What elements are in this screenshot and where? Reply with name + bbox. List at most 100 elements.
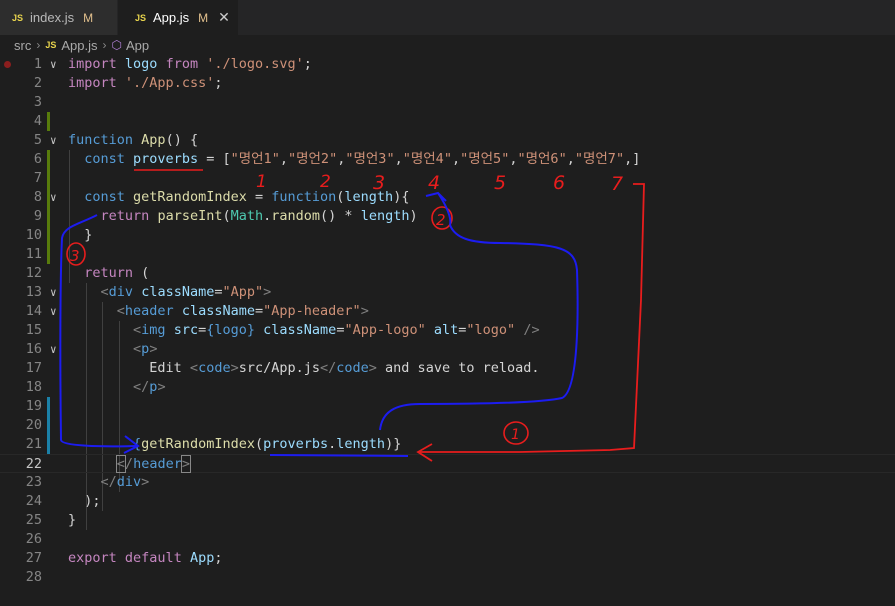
code-token: ( bbox=[133, 265, 150, 281]
code-token: Math bbox=[230, 208, 264, 224]
fold-chevron-icon[interactable]: ∨ bbox=[50, 302, 57, 321]
code-token: return bbox=[84, 265, 134, 281]
code-token: () { bbox=[165, 132, 199, 148]
line-number: 16 bbox=[25, 341, 42, 357]
code-token: "명언2" bbox=[287, 151, 338, 167]
modified-badge: M bbox=[198, 10, 209, 25]
code-line: 8 ∨ const getRandomIndex = function(leng… bbox=[0, 188, 895, 207]
code-token: ); bbox=[84, 493, 101, 509]
code-token: App bbox=[189, 550, 215, 566]
fold-chevron-icon[interactable]: ∨ bbox=[50, 55, 57, 74]
code-token: random bbox=[271, 208, 321, 224]
code-token: getRandomIndex bbox=[141, 436, 255, 452]
code-token: "명언5" bbox=[460, 151, 510, 167]
js-file-icon: JS bbox=[45, 40, 57, 50]
code-token: img bbox=[141, 322, 166, 338]
code-token: src bbox=[173, 322, 199, 338]
code-token: ; bbox=[214, 550, 223, 566]
code-token: {logo} bbox=[206, 322, 256, 338]
breadcrumb-symbol[interactable]: App bbox=[126, 38, 149, 53]
line-number: 1 bbox=[33, 56, 42, 72]
line-number: 27 bbox=[25, 550, 42, 566]
line-number: 20 bbox=[25, 417, 42, 433]
code-token: header bbox=[124, 303, 174, 319]
line-number: 2 bbox=[33, 75, 42, 91]
tab-app-js[interactable]: JS App.js M ✕ bbox=[118, 0, 238, 35]
modified-badge: M bbox=[83, 10, 94, 25]
modified-line-marker bbox=[47, 416, 50, 435]
code-line: 16 ∨ <p> bbox=[0, 340, 895, 359]
code-line: 4 bbox=[0, 112, 895, 131]
code-token: return bbox=[100, 208, 150, 224]
fold-chevron-icon[interactable]: ∨ bbox=[50, 340, 57, 359]
code-token: "logo" bbox=[466, 322, 516, 338]
breadcrumb-file[interactable]: App.js bbox=[61, 38, 97, 53]
code-token: div bbox=[116, 474, 142, 490]
code-token: = bbox=[246, 189, 272, 205]
tab-index-js[interactable]: JS index.js M bbox=[0, 0, 117, 35]
code-token: "명언6" bbox=[517, 151, 567, 167]
code-line: 11 bbox=[0, 245, 895, 264]
chevron-right-icon: › bbox=[36, 38, 41, 52]
fold-chevron-icon[interactable]: ∨ bbox=[50, 131, 57, 150]
code-token: const bbox=[84, 189, 125, 205]
code-line: 18 </p> bbox=[0, 378, 895, 397]
fold-chevron-icon[interactable]: ∨ bbox=[50, 188, 57, 207]
js-file-icon: JS bbox=[12, 12, 24, 23]
code-line: 10 } bbox=[0, 226, 895, 245]
code-token: className bbox=[263, 322, 337, 338]
code-token: ,] bbox=[624, 151, 641, 167]
code-token: } bbox=[68, 512, 77, 528]
tab-bar: JS index.js M JS App.js M ✕ bbox=[0, 0, 895, 35]
code-token: const bbox=[84, 151, 125, 167]
line-number: 28 bbox=[25, 569, 42, 585]
code-token: ) bbox=[409, 208, 418, 224]
code-token: parseInt bbox=[157, 208, 223, 224]
code-line: 27 export default App; bbox=[0, 549, 895, 568]
code-line: 9 return parseInt(Math.random() * length… bbox=[0, 207, 895, 226]
line-number: 22 bbox=[25, 456, 42, 472]
line-number: 7 bbox=[33, 170, 42, 186]
added-line-marker bbox=[47, 245, 50, 264]
code-token: "명언7" bbox=[574, 151, 625, 167]
line-number: 19 bbox=[25, 398, 42, 414]
code-token: = [ bbox=[198, 151, 231, 167]
code-token: length bbox=[336, 436, 386, 452]
close-icon[interactable]: ✕ bbox=[218, 9, 230, 26]
modified-line-marker bbox=[47, 397, 50, 416]
code-token: "명언3" bbox=[345, 151, 395, 167]
code-token: className bbox=[181, 303, 255, 319]
code-token: div bbox=[108, 284, 134, 300]
added-line-marker bbox=[47, 207, 50, 226]
line-number: 12 bbox=[25, 265, 42, 281]
code-token: length bbox=[360, 208, 410, 224]
code-token: export bbox=[68, 550, 117, 566]
code-token: ; bbox=[214, 75, 223, 91]
code-token: () * bbox=[320, 208, 361, 224]
code-line: 13 ∨ <div className="App"> bbox=[0, 283, 895, 302]
code-token: "App-logo" bbox=[344, 322, 426, 338]
symbol-cube-icon: ⬡ bbox=[111, 38, 122, 52]
added-line-marker bbox=[47, 169, 50, 188]
code-token: ; bbox=[303, 56, 312, 72]
code-line: 3 bbox=[0, 93, 895, 112]
code-line: 15 <img src={logo} className="App-logo" … bbox=[0, 321, 895, 340]
code-editor[interactable]: 1 ∨ import logo from './logo.svg'; 2 imp… bbox=[0, 55, 895, 606]
code-token: code bbox=[336, 360, 369, 376]
line-number: 6 bbox=[33, 151, 42, 167]
code-token: proverbs bbox=[133, 151, 199, 167]
code-token: { bbox=[133, 436, 142, 452]
code-token: className bbox=[141, 284, 215, 300]
code-line: 2 import './App.css'; bbox=[0, 74, 895, 93]
line-number: 3 bbox=[33, 94, 42, 110]
breadcrumb-folder[interactable]: src bbox=[14, 38, 31, 53]
code-token: function bbox=[68, 132, 134, 148]
code-line: 25 } bbox=[0, 511, 895, 530]
line-number: 18 bbox=[25, 379, 42, 395]
line-number: 23 bbox=[25, 474, 42, 490]
code-line: 12 return ( bbox=[0, 264, 895, 283]
code-token: } bbox=[84, 227, 93, 243]
code-token: "명언1" bbox=[230, 151, 280, 167]
line-number: 8 bbox=[33, 189, 42, 205]
fold-chevron-icon[interactable]: ∨ bbox=[50, 283, 57, 302]
